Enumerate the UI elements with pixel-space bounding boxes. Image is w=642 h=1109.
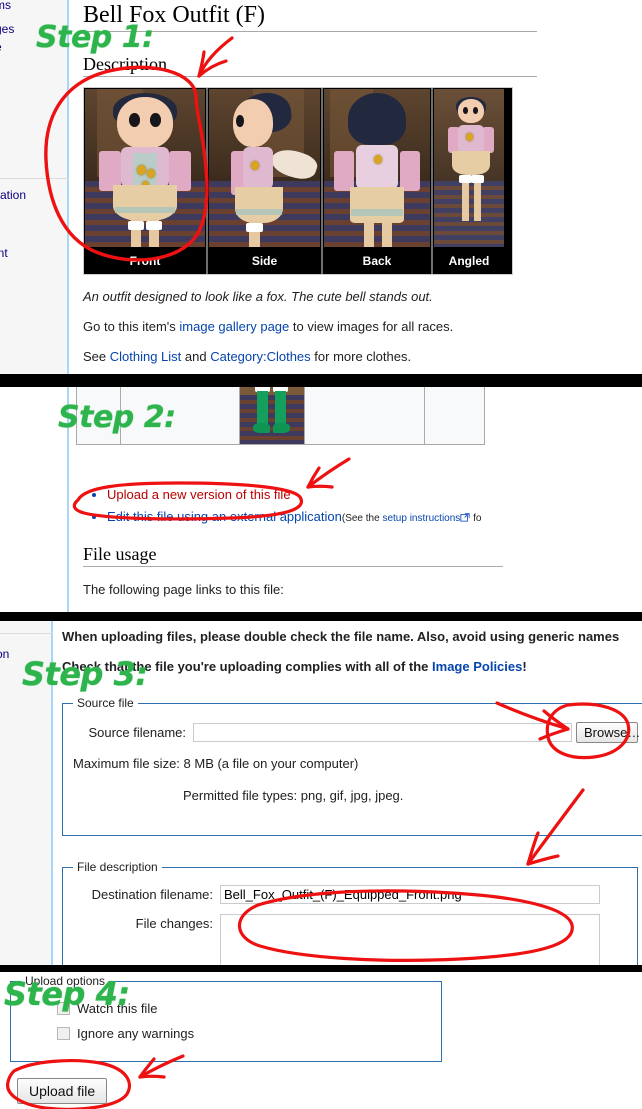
file-actions-list: Upload a new version of this file Edit t…: [83, 484, 642, 528]
source-filename-input[interactable]: [193, 723, 572, 742]
character-side-illustration: [209, 89, 320, 247]
external-link-icon: [460, 507, 470, 522]
setup-instructions-link[interactable]: setup instructions: [382, 513, 460, 524]
page-title: Bell Fox Outfit (F): [83, 2, 266, 28]
source-filename-row: Source filename: Browse…: [73, 722, 640, 743]
file-changes-row: File changes:: [73, 914, 627, 965]
file-usage-text: The following page links to this file:: [83, 582, 284, 598]
max-file-size-text: Maximum file size: 8 MB (a file on your …: [73, 756, 359, 771]
destination-filename-row: Destination filename:: [73, 885, 627, 904]
image-gallery: Front Side Back Angled: [83, 87, 513, 275]
clothing-link-mid: and: [181, 348, 211, 364]
gallery-link-line: Go to this item's image gallery page to …: [83, 318, 642, 337]
gallery-caption-back: Back: [323, 248, 431, 274]
warn2-post: !: [522, 659, 527, 674]
file-description-fieldset: File description Destination filename: F…: [62, 860, 638, 965]
upload-warning-line-1: When uploading files, please double chec…: [62, 629, 620, 644]
annotation-step-2: Step 2:: [58, 400, 176, 435]
image-policies-link[interactable]: Image Policies: [432, 659, 522, 674]
annotation-step-4: Step 4:: [4, 975, 130, 1013]
sidebar-item-3[interactable]: mation: [0, 188, 26, 202]
gallery-caption-side: Side: [208, 248, 321, 274]
destination-filename-input[interactable]: [220, 885, 600, 904]
gallery-caption-front: Front: [84, 248, 206, 274]
gallery-image-front[interactable]: [84, 88, 206, 248]
clothing-link-post: for more clothes.: [310, 348, 412, 364]
character-back-illustration: [324, 89, 430, 247]
sidebar-item-panel3[interactable]: on: [0, 647, 9, 661]
setup-paren-pre: (See the: [341, 513, 383, 525]
file-changes-label: File changes:: [135, 916, 213, 931]
sidebar-panel-1: ms ges e mation n ent: [0, 0, 69, 374]
gallery-link-pre: Go to this item's: [83, 318, 180, 334]
gallery-cell-back[interactable]: Back: [323, 88, 431, 274]
upload-file-button[interactable]: Upload file: [17, 1078, 108, 1104]
browse-button[interactable]: Browse…: [576, 722, 640, 743]
destination-filename-label: Destination filename:: [91, 887, 213, 902]
sidebar-item-5[interactable]: ent: [0, 246, 8, 260]
character-angled-illustration: [434, 89, 504, 247]
gallery-cell-front[interactable]: Front: [84, 88, 206, 274]
upload-warning-line-2: Check that the file you're uploading com…: [62, 659, 642, 674]
ignore-any-warnings-label: Ignore any warnings: [77, 1026, 195, 1041]
gallery-cell-angled[interactable]: Angled: [433, 88, 505, 274]
ignore-any-warnings-checkbox[interactable]: [57, 1027, 70, 1040]
list-item-edit-external[interactable]: Edit this file using an external applica…: [107, 506, 642, 528]
panel-separator-1: [0, 374, 642, 387]
clothing-link-pre: See: [83, 348, 110, 364]
sidebar-item-2[interactable]: e: [0, 40, 2, 54]
sidebar-item-4[interactable]: n: [0, 208, 1, 222]
category-clothes-link[interactable]: Category:Clothes: [210, 349, 310, 364]
sidebar-divider: [0, 178, 69, 179]
description-italic-text: An outfit designed to look like a fox. T…: [83, 289, 433, 304]
sidebar-item-1[interactable]: ges: [0, 22, 14, 36]
source-filename-label: Source filename:: [88, 725, 186, 740]
source-file-fieldset: Source file Source filename: Browse… Max…: [62, 696, 642, 836]
section-heading-description: Description: [83, 54, 167, 74]
sidebar-divider: [0, 633, 53, 634]
edit-external-application-link[interactable]: Edit this file using an external applica…: [107, 509, 342, 524]
panel-step-1: ms ges e mation n ent Bell Fox Outfit (F…: [0, 0, 642, 374]
clothing-list-link[interactable]: Clothing List: [110, 349, 182, 364]
gallery-image-side[interactable]: [208, 88, 321, 248]
setup-paren-post: fo: [470, 513, 482, 525]
image-gallery-page-link[interactable]: image gallery page: [179, 319, 289, 334]
list-item-upload-new-version[interactable]: Upload a new version of this file: [107, 484, 642, 506]
panel-separator-2: [0, 612, 642, 621]
gallery-image-angled[interactable]: [433, 88, 505, 248]
section-heading-file-usage: File usage: [83, 544, 157, 565]
panel-1-content: Bell Fox Outfit (F) Description Front Si…: [69, 0, 642, 374]
ignore-warnings-row[interactable]: Ignore any warnings: [57, 1026, 431, 1041]
file-usage-rule: [83, 566, 503, 568]
clothing-link-line: See Clothing List and Category:Clothes f…: [83, 348, 642, 367]
screenshot-root: ms ges e mation n ent Bell Fox Outfit (F…: [0, 0, 642, 1109]
gallery-cell-side[interactable]: Side: [208, 88, 321, 274]
file-description-legend: File description: [77, 860, 158, 874]
annotation-step-1: Step 1:: [36, 20, 154, 55]
gallery-link-post: to view images for all races.: [289, 318, 454, 334]
description-rule: [83, 76, 537, 77]
sidebar-item-0[interactable]: ms: [0, 0, 11, 12]
permitted-file-types-text: Permitted file types: png, gif, jpg, jpe…: [183, 788, 404, 803]
file-changes-textarea[interactable]: [220, 914, 600, 965]
gallery-image-back[interactable]: [323, 88, 431, 248]
annotation-step-3: Step 3:: [22, 655, 148, 693]
gallery-caption-angled: Angled: [433, 248, 505, 274]
character-front-illustration: [85, 89, 205, 247]
source-file-legend: Source file: [77, 696, 134, 710]
panel-separator-3: [0, 965, 642, 972]
upload-new-version-link[interactable]: Upload a new version of this file: [107, 487, 291, 502]
